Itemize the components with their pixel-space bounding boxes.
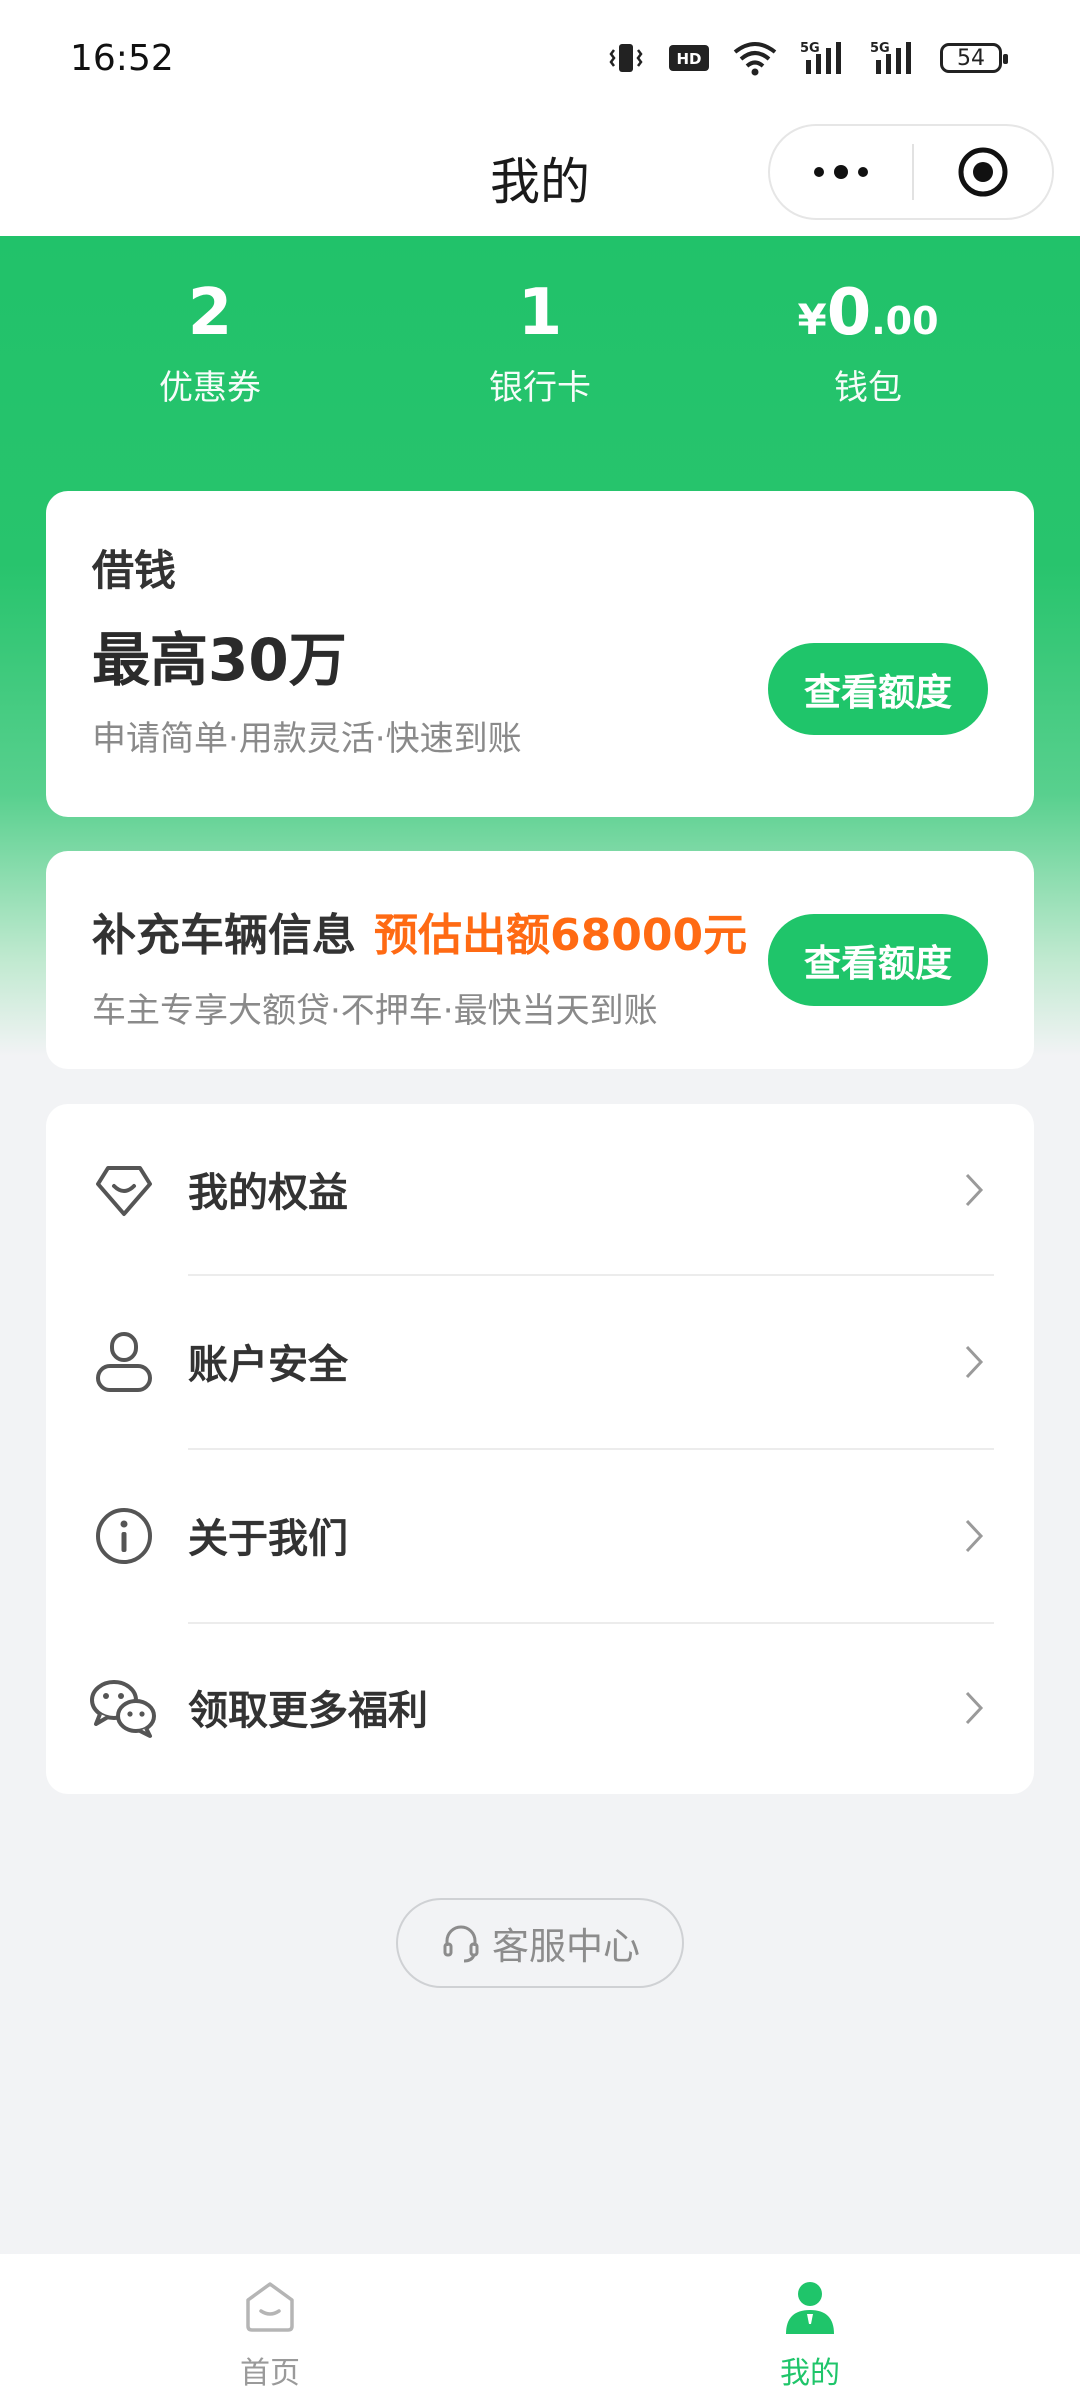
5g-signal-icon: 5G [800,36,848,80]
chevron-right-icon [954,1340,994,1384]
coupons-label: 优惠券 [159,368,261,408]
5g-signal-icon: 5G [870,36,918,80]
rights-shield-icon [88,1154,160,1226]
more-button[interactable] [770,126,912,218]
wifi-icon [732,36,778,80]
chevron-right-icon [954,1686,994,1730]
menu-item-account-security[interactable]: 账户安全 [46,1276,1034,1448]
status-icons: HD 5G 5G 54 [606,36,1008,80]
estimated-amount: 预估出额68000元 [374,910,748,961]
tab-home[interactable]: 首页 [120,2254,420,2400]
car-info-card[interactable]: 补充车辆信息 预估出额68000元 车主专享大额贷·不押车·最快当天到账 查看额度 [46,851,1034,1069]
info-icon [88,1500,160,1572]
status-time: 16:52 [70,38,174,79]
tab-bar: 首页 我的 [0,2254,1080,2400]
menu-label: 我的权益 [188,1170,348,1216]
menu-item-rights[interactable]: 我的权益 [46,1104,1034,1276]
wallet-balance-integer: 0 [826,276,872,350]
menu-label: 领取更多福利 [188,1688,428,1734]
car-heading: 补充车辆信息 预估出额68000元 [92,899,747,963]
loan-heading: 借钱 [92,546,177,595]
customer-service-label: 客服中心 [492,1925,640,1968]
home-icon [120,2278,420,2338]
close-mini-program-button[interactable] [914,126,1052,218]
car-heading-text: 补充车辆信息 [92,910,356,961]
coupons-count: 2 [187,276,233,350]
target-close-icon [958,147,1008,197]
battery-icon: 54 [940,36,1008,80]
headset-icon [443,1925,479,1963]
loan-card[interactable]: 借钱 最高30万 申请简单·用款灵活·快速到账 查看额度 [46,491,1034,817]
bank-cards-stat[interactable]: 1 银行卡 [410,272,670,409]
tab-profile[interactable]: 我的 [660,2254,960,2400]
bank-cards-count: 1 [517,276,563,350]
nav-bar: 我的 [0,120,1080,236]
vibrate-icon [606,36,646,80]
coupons-stat[interactable]: 2 优惠券 [80,272,340,409]
tab-home-label: 首页 [240,2356,300,2391]
loan-amount: 最高30万 [92,626,347,694]
svg-text:HD: HD [676,50,701,68]
profile-icon [660,2278,960,2338]
more-dots-icon [814,165,868,179]
car-description: 车主专享大额贷·不押车·最快当天到账 [92,991,658,1031]
wechat-icon [88,1672,160,1744]
customer-service-button[interactable]: 客服中心 [396,1898,684,1988]
menu-item-more-benefits[interactable]: 领取更多福利 [46,1622,1034,1794]
menu-list: 我的权益 账户安全 关于我们 领取更多福利 [46,1104,1034,1794]
svg-text:5G: 5G [800,41,820,56]
car-view-quota-button[interactable]: 查看额度 [768,914,988,1006]
chevron-right-icon [954,1168,994,1212]
svg-text:5G: 5G [870,41,890,56]
user-icon [88,1326,160,1398]
hd-icon: HD [668,36,710,80]
wallet-balance-decimal: .00 [871,299,939,343]
page: 16:52 HD 5G 5G 54 我的 2 优惠券 1 银行卡 ¥0.00 钱… [0,0,1080,2400]
menu-label: 账户安全 [188,1342,348,1388]
battery-level: 54 [940,43,1008,73]
menu-item-about-us[interactable]: 关于我们 [46,1450,1034,1622]
mini-program-capsule [768,124,1054,220]
currency-symbol: ¥ [797,295,827,344]
status-bar: 16:52 HD 5G 5G 54 [0,0,1080,120]
loan-view-quota-button[interactable]: 查看额度 [768,643,988,735]
wallet-stat[interactable]: ¥0.00 钱包 [738,272,998,409]
menu-label: 关于我们 [188,1516,348,1562]
chevron-right-icon [954,1514,994,1558]
wallet-balance: ¥0.00 [738,272,998,354]
stats-row: 2 优惠券 1 银行卡 ¥0.00 钱包 [0,272,1080,422]
bank-cards-label: 银行卡 [489,368,591,408]
tab-profile-label: 我的 [780,2356,840,2391]
wallet-label: 钱包 [834,368,902,408]
loan-description: 申请简单·用款灵活·快速到账 [92,719,522,759]
